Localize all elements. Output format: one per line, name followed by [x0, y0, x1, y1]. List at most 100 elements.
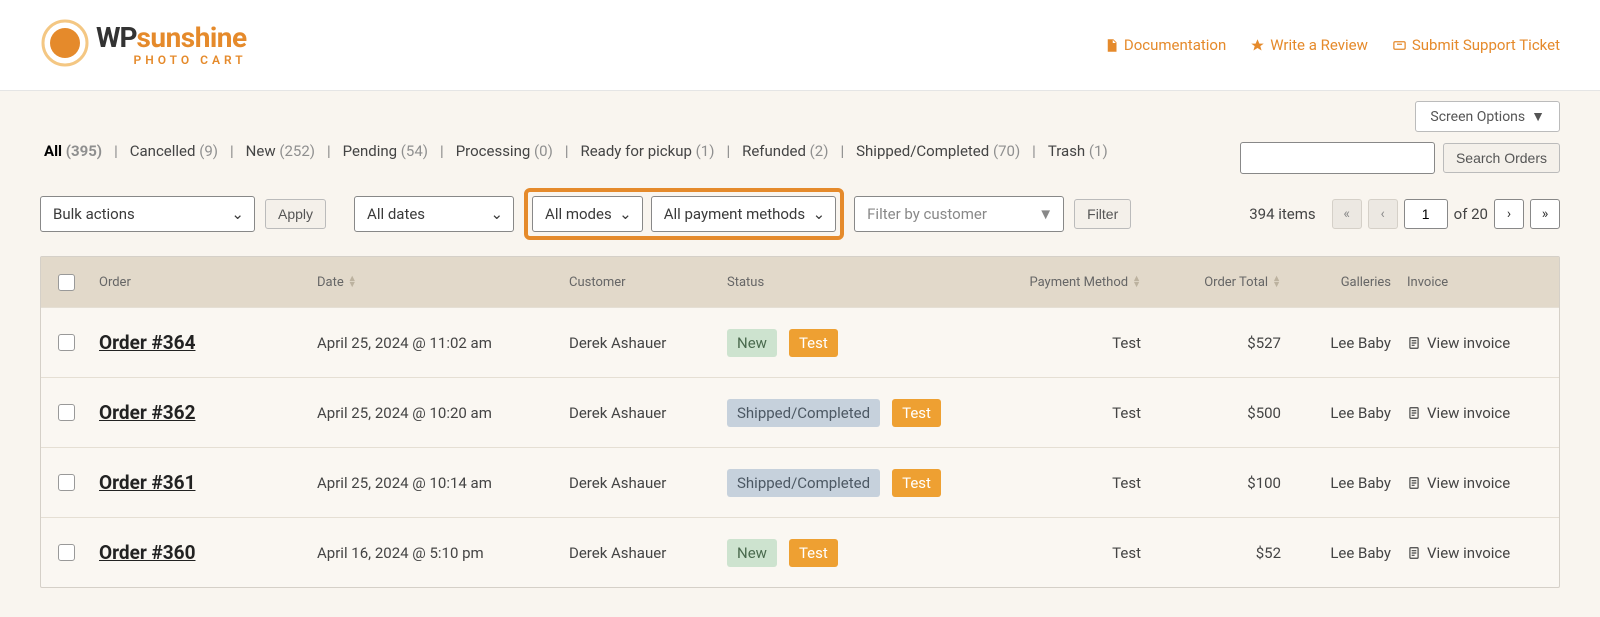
status-filter-pending[interactable]: Pending (54) [343, 142, 428, 160]
filter-button[interactable]: Filter [1074, 199, 1131, 229]
status-pill: Shipped/Completed [727, 399, 880, 427]
order-status: NewTest [719, 539, 1009, 567]
order-total: $500 [1149, 404, 1289, 422]
order-gallery: Lee Baby [1289, 334, 1399, 352]
doc-icon [1104, 38, 1119, 53]
screen-options-toggle[interactable]: Screen Options▼ [1415, 101, 1560, 132]
col-invoice[interactable]: Invoice [1399, 275, 1559, 290]
last-page-button[interactable]: » [1530, 199, 1560, 229]
of-pages: of 20 [1454, 205, 1488, 223]
chevron-down-icon: ⌄ [231, 205, 244, 223]
order-gallery: Lee Baby [1289, 544, 1399, 562]
table-row: Order #361 April 25, 2024 @ 10:14 amDerek… [41, 447, 1559, 517]
brand-subtitle: PHOTO CART [96, 54, 247, 66]
modes-select[interactable]: All modes⌄ [532, 196, 643, 232]
prev-page-button[interactable]: ‹ [1368, 199, 1398, 229]
count: (1) [696, 142, 715, 160]
order-gallery: Lee Baby [1289, 404, 1399, 422]
status-filter-ready-for-pickup[interactable]: Ready for pickup (1) [580, 142, 714, 160]
brand-logo: WPsunshine PHOTO CART [40, 18, 247, 72]
table-row: Order #362 April 25, 2024 @ 10:20 amDerek… [41, 377, 1559, 447]
count: (9) [199, 142, 218, 160]
sort-icon: ▲▼ [1272, 276, 1281, 288]
status-filter-refunded[interactable]: Refunded (2) [742, 142, 828, 160]
status-filter-trash[interactable]: Trash (1) [1048, 142, 1108, 160]
col-order[interactable]: Order [91, 275, 309, 290]
chevron-down-icon: ⌄ [619, 205, 632, 223]
status-filter-all[interactable]: All (395) [44, 142, 102, 160]
payment-methods-select[interactable]: All payment methods⌄ [651, 196, 836, 232]
count: (1) [1089, 142, 1108, 160]
view-invoice-link[interactable]: View invoice [1407, 334, 1510, 352]
bulk-actions-select[interactable]: Bulk actions⌄ [40, 196, 255, 232]
controls-area: All (395)|Cancelled (9)|New (252)|Pendin… [0, 132, 1600, 250]
test-pill: Test [789, 539, 838, 567]
col-galleries[interactable]: Galleries [1289, 275, 1399, 290]
row-checkbox[interactable] [58, 404, 75, 421]
first-page-button[interactable]: « [1332, 199, 1362, 229]
order-date: April 25, 2024 @ 10:14 am [309, 474, 561, 492]
order-link[interactable]: Order #361 [99, 471, 195, 494]
pagination: 394 items « ‹ of 20 › » [1249, 199, 1560, 229]
status-filter-processing[interactable]: Processing (0) [456, 142, 553, 160]
view-invoice-link[interactable]: View invoice [1407, 404, 1510, 422]
order-method: Test [1009, 544, 1149, 562]
order-date: April 25, 2024 @ 10:20 am [309, 404, 561, 422]
order-link[interactable]: Order #360 [99, 541, 195, 564]
order-method: Test [1009, 474, 1149, 492]
sort-icon: ▲▼ [348, 276, 357, 288]
sort-icon: ▲▼ [1132, 276, 1141, 288]
order-total: $100 [1149, 474, 1289, 492]
support-link[interactable]: Submit Support Ticket [1392, 36, 1560, 54]
select-all-checkbox[interactable] [58, 274, 75, 291]
row-checkbox[interactable] [58, 334, 75, 351]
status-filter-new[interactable]: New (252) [246, 142, 315, 160]
count: (0) [534, 142, 553, 160]
order-link[interactable]: Order #364 [99, 331, 195, 354]
col-total[interactable]: Order Total▲▼ [1149, 275, 1289, 290]
count: (2) [810, 142, 829, 160]
order-status: Shipped/CompletedTest [719, 399, 1009, 427]
review-link[interactable]: Write a Review [1250, 36, 1368, 54]
row-checkbox[interactable] [58, 544, 75, 561]
order-customer: Derek Ashauer [561, 334, 719, 352]
order-customer: Derek Ashauer [561, 474, 719, 492]
col-date[interactable]: Date▲▼ [309, 275, 561, 290]
order-status: Shipped/Completed Test [719, 469, 1009, 497]
chevron-down-icon: ⌄ [813, 205, 826, 223]
col-customer[interactable]: Customer [561, 275, 719, 290]
search-orders-button[interactable]: Search Orders [1443, 143, 1560, 173]
count: (395) [66, 142, 102, 160]
chevron-down-icon: ⌄ [490, 205, 503, 223]
col-method[interactable]: Payment Method▲▼ [1009, 275, 1149, 290]
status-pill: New [727, 329, 777, 357]
row-checkbox[interactable] [58, 474, 75, 491]
test-pill: Test [789, 329, 838, 357]
next-page-button[interactable]: › [1494, 199, 1524, 229]
order-link[interactable]: Order #362 [99, 401, 195, 424]
order-customer: Derek Ashauer [561, 404, 719, 422]
status-filter-cancelled[interactable]: Cancelled (9) [130, 142, 218, 160]
order-status: New Test [719, 329, 1009, 357]
view-invoice-link[interactable]: View invoice [1407, 474, 1510, 492]
docs-link[interactable]: Documentation [1104, 36, 1226, 54]
brand-text: WPsunshine [96, 24, 247, 52]
invoice-icon [1407, 406, 1421, 420]
order-gallery: Lee Baby [1289, 474, 1399, 492]
customer-filter-select[interactable]: Filter by customer▼ [854, 196, 1064, 232]
apply-button[interactable]: Apply [265, 199, 326, 229]
sun-icon [40, 18, 90, 72]
col-status[interactable]: Status [719, 275, 1009, 290]
search-input[interactable] [1240, 142, 1435, 174]
items-count: 394 items [1249, 205, 1315, 223]
status-pill: Shipped/Completed [727, 469, 880, 497]
status-filter-links: All (395)|Cancelled (9)|New (252)|Pendin… [40, 142, 1112, 160]
status-filter-shipped-completed[interactable]: Shipped/Completed (70) [856, 142, 1020, 160]
view-invoice-link[interactable]: View invoice [1407, 544, 1510, 562]
invoice-icon [1407, 546, 1421, 560]
chevron-down-icon: ▼ [1038, 205, 1053, 223]
page-input[interactable] [1404, 199, 1448, 229]
order-total: $527 [1149, 334, 1289, 352]
dates-select[interactable]: All dates⌄ [354, 196, 514, 232]
test-pill: Test [892, 469, 941, 497]
